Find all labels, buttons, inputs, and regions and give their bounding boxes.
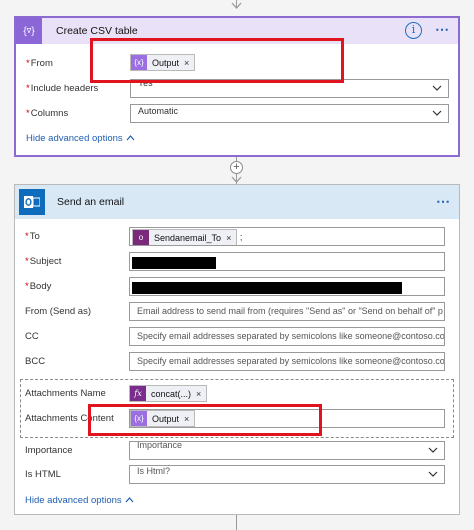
remove-token-icon[interactable]: ×	[196, 389, 206, 399]
email-cc-row: CC Specify email addresses separated by …	[15, 327, 459, 347]
columns-label: *Columns	[26, 108, 69, 119]
outlook-icon	[19, 189, 45, 215]
attachments-name-input[interactable]: fx concat(...) ×	[129, 384, 445, 403]
redacted-body	[132, 282, 402, 294]
redacted-subject	[132, 257, 216, 269]
to-input[interactable]: o Sendanemail_To × ;	[129, 227, 445, 246]
bcc-label: BCC	[25, 356, 46, 367]
to-label: *To	[25, 231, 40, 242]
attachments-name-row: Attachments Name fx concat(...) ×	[15, 384, 459, 404]
hide-advanced-options-link[interactable]: Hide advanced options	[25, 495, 134, 506]
from-label: *From	[26, 58, 53, 69]
attachments-name-label: Attachments Name	[25, 388, 106, 399]
columns-select[interactable]: Automatic	[130, 104, 449, 123]
email-card-title: Send an email	[57, 196, 125, 208]
table-braces-icon: {∇}	[16, 18, 42, 44]
chevron-down-icon[interactable]	[432, 83, 442, 93]
more-options-icon[interactable]: ⋯	[435, 22, 450, 36]
subject-input[interactable]	[129, 252, 445, 271]
importance-select[interactable]: Importance	[129, 441, 445, 460]
importance-label: Importance	[25, 445, 73, 456]
chevron-down-icon[interactable]	[432, 108, 442, 118]
add-step-button[interactable]: +	[230, 161, 243, 174]
remove-token-icon[interactable]: ×	[226, 233, 236, 243]
is-html-row: Is HTML Is Html?	[15, 465, 459, 485]
email-bcc-row: BCC Specify email addresses separated by…	[15, 352, 459, 372]
cc-input[interactable]: Specify email addresses separated by sem…	[129, 327, 445, 346]
is-html-label: Is HTML	[25, 469, 61, 480]
highlight-attachments-content	[88, 404, 322, 436]
csv-columns-row: *Columns Automatic	[16, 104, 458, 124]
bcc-input[interactable]: Specify email addresses separated by sem…	[129, 352, 445, 371]
is-html-select[interactable]: Is Html?	[129, 465, 445, 484]
email-to-row: *To o Sendanemail_To × ;	[15, 227, 459, 247]
concat-token[interactable]: fx concat(...) ×	[129, 385, 208, 402]
subject-label: *Subject	[25, 256, 62, 267]
email-subject-row: *Subject	[15, 252, 459, 272]
flow-connector-bottom	[236, 515, 237, 530]
chevron-up-icon	[125, 495, 134, 506]
info-icon[interactable]: i	[405, 22, 422, 39]
cc-label: CC	[25, 331, 39, 342]
importance-row: Importance Importance	[15, 441, 459, 461]
chevron-up-icon	[126, 133, 135, 144]
chevron-down-icon[interactable]	[428, 469, 438, 479]
email-from-send-as-row: From (Send as) Email address to send mai…	[15, 302, 459, 322]
hide-advanced-options-link[interactable]: Hide advanced options	[26, 133, 135, 144]
email-card-header[interactable]: Send an email ⋯	[15, 185, 459, 219]
sendanemail-to-token[interactable]: o Sendanemail_To ×	[132, 229, 238, 245]
arrow-down-icon	[231, 2, 242, 9]
more-options-icon[interactable]: ⋯	[436, 194, 451, 208]
body-input[interactable]	[129, 277, 445, 296]
highlight-from-output	[90, 38, 344, 83]
include-headers-label: *Include headers	[26, 83, 99, 94]
csv-card-title: Create CSV table	[56, 25, 138, 37]
function-icon: fx	[130, 386, 146, 401]
body-label: *Body	[25, 281, 52, 292]
email-body-row: *Body	[15, 277, 459, 297]
from-send-as-label: From (Send as)	[25, 306, 91, 317]
arrow-down-icon	[231, 176, 242, 183]
send-an-email-card: Send an email ⋯ *To o Sendanemail_To × ;…	[14, 184, 460, 515]
from-send-as-input[interactable]: Email address to send mail from (require…	[129, 302, 445, 321]
outlook-token-icon: o	[133, 230, 149, 245]
chevron-down-icon[interactable]	[428, 445, 438, 455]
